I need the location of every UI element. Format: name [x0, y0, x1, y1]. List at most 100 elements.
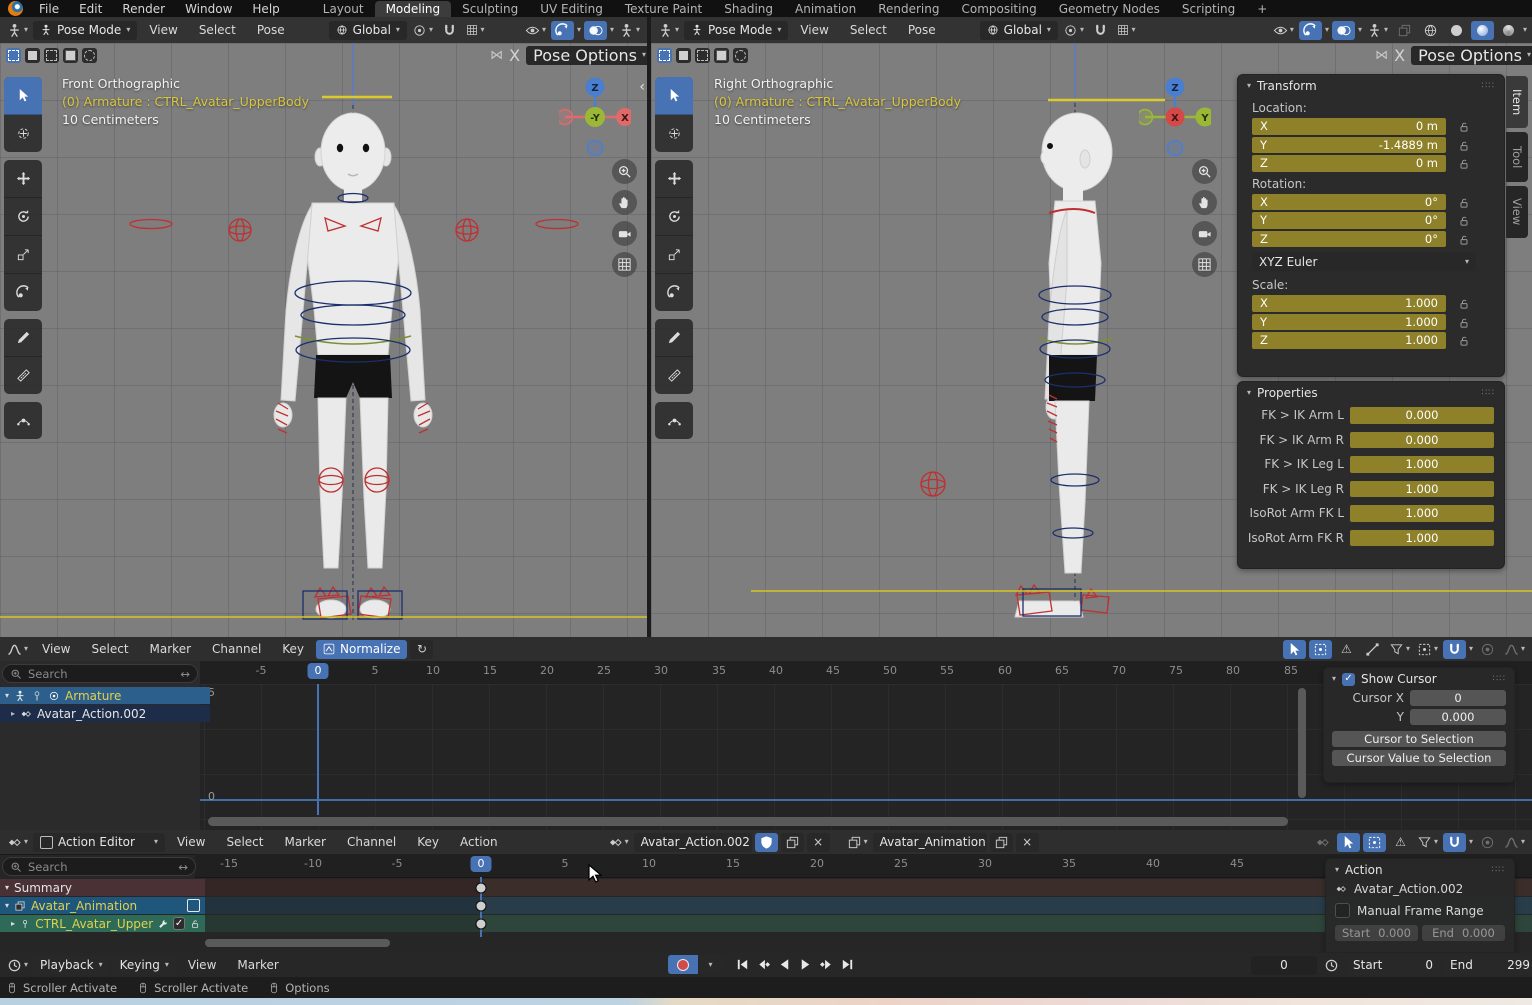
tool-measure[interactable] [4, 357, 42, 394]
channel-armature[interactable]: ▾ Armature [0, 687, 210, 704]
pan-hand-icon[interactable] [1192, 190, 1217, 215]
ortho-grid-icon[interactable] [1192, 252, 1217, 277]
dope-search-input[interactable]: Search ↔ [2, 857, 196, 876]
proportional-edit-icon[interactable] [1476, 640, 1499, 659]
tab-layout[interactable]: Layout [312, 1, 375, 17]
auto-snap-icon[interactable] [1443, 640, 1466, 659]
tool-annotate[interactable] [655, 319, 693, 357]
lock-icon[interactable] [1458, 121, 1470, 133]
channel-summary[interactable]: ▾ Summary [0, 879, 205, 896]
select-mode-subtract[interactable] [44, 48, 59, 63]
menu-help[interactable]: Help [242, 2, 289, 16]
menu-view[interactable]: View [33, 642, 79, 656]
tool-scale[interactable] [4, 236, 42, 274]
menu-pose[interactable]: Pose [899, 23, 945, 37]
menu-file[interactable]: File [29, 2, 69, 16]
menu-pose[interactable]: Pose [248, 23, 294, 37]
auto-keying-options[interactable]: ▾ [699, 955, 722, 974]
slot-icon[interactable] [187, 899, 200, 912]
ctrl-strip[interactable] [195, 915, 481, 932]
panel-grip[interactable]: ∷∷ [1482, 81, 1495, 91]
pivot-point-button[interactable]: ▾ [1061, 21, 1086, 40]
panel-grip[interactable]: ∷∷ [1493, 674, 1506, 684]
keyframe[interactable] [476, 883, 487, 894]
navigation-gizmo[interactable]: Z X -Y [559, 76, 631, 160]
animation-name-field[interactable]: Avatar_Animation [873, 833, 987, 852]
tool-select-box[interactable] [655, 77, 693, 115]
select-mode-invert[interactable] [63, 48, 78, 63]
rotation-z-field[interactable]: Z0° [1252, 231, 1446, 248]
sidebar-tab-item[interactable]: Item [1506, 76, 1528, 128]
rotation-mode-select[interactable]: XYZ Euler▾ [1252, 252, 1476, 271]
orientation-select[interactable]: Global▾ [980, 21, 1058, 40]
lock-icon[interactable] [190, 918, 200, 930]
keying-menu[interactable]: Keying▾ [113, 956, 176, 975]
lock-icon[interactable] [1458, 298, 1470, 310]
sidebar-tab-view[interactable]: View [1506, 186, 1528, 238]
keyframe[interactable] [476, 901, 487, 912]
tool-annotate[interactable] [4, 319, 42, 357]
tool-measure[interactable] [655, 357, 693, 394]
menu-view[interactable]: View [140, 23, 186, 37]
snap-toggle-button[interactable] [438, 21, 461, 40]
orientation-select[interactable]: Global▾ [329, 21, 407, 40]
select-mode-invert[interactable] [714, 48, 729, 63]
play-reverse-button[interactable] [774, 955, 794, 974]
cursor-value-to-selection-button[interactable]: Cursor Value to Selection [1332, 750, 1506, 766]
only-selected-cursor-icon[interactable] [1337, 833, 1360, 852]
editor-mode-select[interactable]: Action Editor▾ [33, 833, 165, 852]
zoom-icon[interactable] [612, 159, 637, 184]
menu-channel[interactable]: Channel [338, 835, 405, 849]
scale-y-field[interactable]: Y1.000 [1252, 314, 1446, 331]
graph-search-input[interactable]: Search ↔ [2, 664, 198, 683]
frame-end-field[interactable]: End299 [1443, 956, 1532, 975]
prop-field-fk-ik-leg-l[interactable]: 1.000 [1350, 456, 1494, 473]
editor-type-icon[interactable]: ▾ [5, 640, 30, 659]
tab-geometry-nodes[interactable]: Geometry Nodes [1048, 1, 1171, 17]
tool-breakdowner[interactable] [655, 402, 693, 439]
menu-select[interactable]: Select [217, 835, 272, 849]
normalize-toggle[interactable]: Normalize [316, 640, 407, 659]
tool-select-box[interactable] [4, 77, 42, 115]
add-workspace-button[interactable]: + [1246, 1, 1278, 17]
action-end-field[interactable]: End0.000 [1422, 925, 1505, 941]
graph-playhead[interactable] [317, 684, 319, 815]
cursor-to-selection-button[interactable]: Cursor to Selection [1332, 731, 1506, 747]
lock-icon[interactable] [1458, 158, 1470, 170]
menu-marker[interactable]: Marker [275, 835, 334, 849]
zoom-icon[interactable] [1192, 159, 1217, 184]
tool-move[interactable] [655, 160, 693, 198]
menu-marker[interactable]: Marker [228, 958, 287, 972]
prop-field-isorot-arm-fk-l[interactable]: 1.000 [1350, 505, 1494, 522]
dope-h-scrollbar[interactable] [205, 939, 390, 947]
cursor-x-field[interactable]: 0 [1410, 690, 1506, 706]
filter-icon[interactable]: ▾ [1387, 640, 1412, 659]
gizmos-toggle[interactable] [1299, 21, 1322, 40]
prop-field-isorot-arm-fk-r[interactable]: 1.000 [1350, 530, 1494, 547]
tool-breakdowner[interactable] [4, 402, 42, 439]
animation-strip[interactable] [195, 897, 481, 914]
shading-solid-button[interactable] [1445, 21, 1468, 40]
menu-window[interactable]: Window [175, 2, 242, 16]
transform-panel-title[interactable]: Transform [1257, 79, 1317, 93]
unlink-animation-icon[interactable]: × [1016, 833, 1039, 852]
rotation-x-field[interactable]: X0° [1252, 194, 1446, 211]
modifier-wrench-icon[interactable] [158, 918, 168, 930]
snap-settings-button[interactable]: ▾ [464, 21, 487, 40]
visibility-button[interactable]: ▾ [1271, 21, 1296, 40]
show-cursor-title[interactable]: Show Cursor [1361, 672, 1437, 686]
menu-marker[interactable]: Marker [141, 642, 200, 656]
lock-icon[interactable] [1458, 215, 1470, 227]
show-cursor-checkbox[interactable]: ✓ [1342, 673, 1355, 686]
tool-rotate[interactable] [655, 198, 693, 236]
selection-sync-icon[interactable] [1309, 640, 1332, 659]
rotation-y-field[interactable]: Y0° [1252, 212, 1446, 229]
select-mode-subtract[interactable] [695, 48, 710, 63]
select-mode-intersect[interactable] [82, 48, 97, 63]
action-panel-name[interactable]: Avatar_Action.002 [1354, 882, 1463, 896]
channel-ctrl-avatar-upper[interactable]: ▸ CTRL_Avatar_Upper ✓ [0, 915, 205, 932]
menu-channel[interactable]: Channel [203, 642, 270, 656]
shading-material-button[interactable] [1471, 21, 1494, 40]
show-errors-icon[interactable]: ⚠ [1335, 640, 1358, 659]
action-start-field[interactable]: Start0.000 [1335, 925, 1418, 941]
